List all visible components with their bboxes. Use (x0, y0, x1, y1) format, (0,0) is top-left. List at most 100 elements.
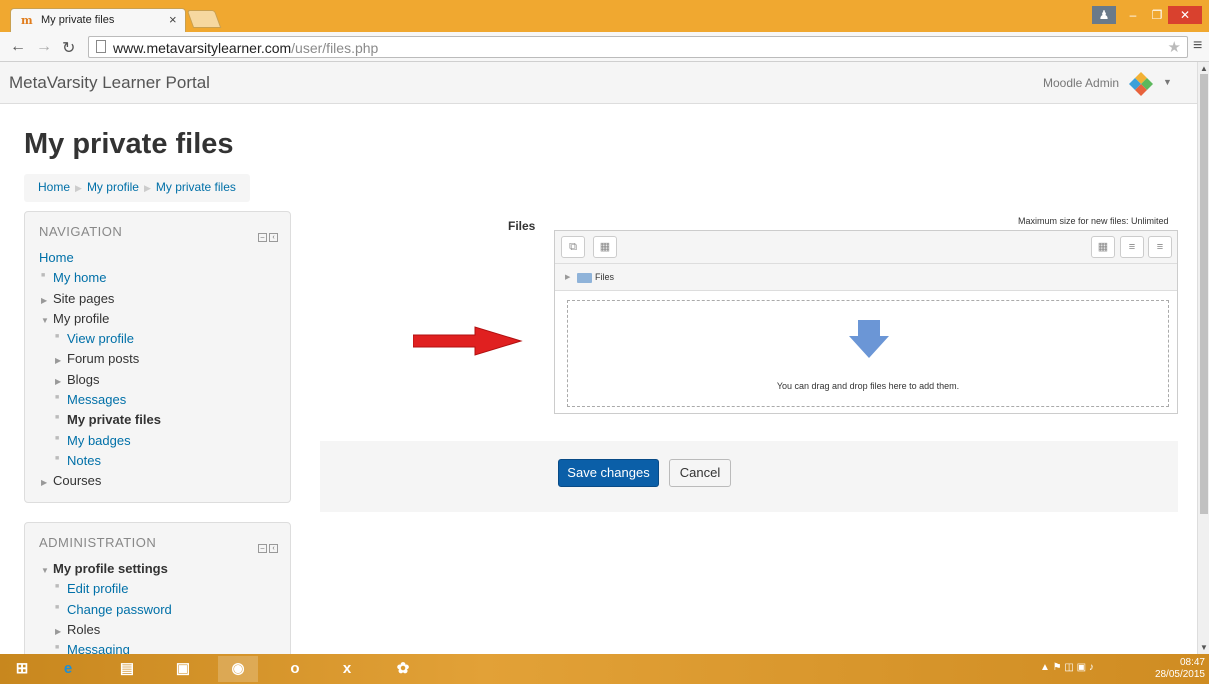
scroll-down-icon[interactable]: ▼ (1200, 643, 1208, 652)
file-manager-toolbar: ⧉ ▦ ▦ ≡ ≡ (555, 231, 1177, 264)
hide-block-icon[interactable]: – (258, 233, 267, 242)
tree-item-label[interactable]: View profile (67, 331, 134, 346)
breadcrumb-my-private-files[interactable]: My private files (156, 180, 236, 194)
expand-arrow-icon: ▶ (55, 626, 62, 636)
minimize-button[interactable]: – (1122, 6, 1144, 24)
tree-item[interactable]: ■ My private files (39, 410, 161, 430)
tree-item[interactable]: ▶ Roles (39, 620, 172, 640)
tree-item[interactable]: ▼ My profile (39, 309, 161, 329)
tree-item-label[interactable]: Edit profile (67, 581, 128, 596)
breadcrumb-home[interactable]: Home (38, 180, 70, 194)
tree-item[interactable]: ■ Change password (39, 600, 172, 620)
red-annotation-arrow-icon (413, 326, 523, 356)
expand-arrow-icon[interactable]: ▶ (565, 273, 570, 281)
tree-item[interactable]: ■ Messages (39, 390, 161, 410)
drop-arrow-icon (849, 320, 889, 358)
taskbar-clock[interactable]: 08:47 28/05/2015 (1150, 657, 1205, 681)
create-folder-icon[interactable]: ▦ (593, 236, 617, 258)
bookmark-star-icon[interactable]: ★ (1168, 38, 1181, 56)
tree-item[interactable]: ▶ Courses (39, 471, 161, 491)
tree-item-label[interactable]: My private files (67, 412, 161, 427)
close-window-button[interactable]: ✕ (1168, 6, 1202, 24)
browser-tab[interactable]: m My private files × (10, 8, 186, 32)
tree-item-label[interactable]: My home (53, 270, 106, 285)
file-manager: ⧉ ▦ ▦ ≡ ≡ ▶ Files You can drag and drop … (554, 230, 1178, 414)
tree-item-label[interactable]: Notes (67, 453, 101, 468)
tree-item[interactable]: ■ Edit profile (39, 579, 172, 599)
tree-item-label[interactable]: Roles (67, 622, 100, 637)
file-drop-zone[interactable]: You can drag and drop files here to add … (567, 300, 1169, 407)
windows-start-icon[interactable]: ⊞ (2, 656, 42, 682)
url-path: /user/files.php (291, 40, 379, 56)
cancel-button[interactable]: Cancel (669, 459, 731, 487)
expand-arrow-icon: ▶ (55, 376, 62, 386)
tree-item-label[interactable]: My profile settings (53, 561, 168, 576)
administration-block-title: ADMINISTRATION (39, 535, 157, 550)
tree-item[interactable]: ■ View profile (39, 329, 161, 349)
tree-item[interactable]: Home (39, 248, 161, 268)
user-profile-icon[interactable]: ♟ (1092, 6, 1116, 24)
tree-item[interactable]: ▶ Site pages (39, 289, 161, 309)
internet-explorer-icon[interactable]: e (48, 656, 88, 682)
tree-item[interactable]: ▼ My profile settings (39, 559, 172, 579)
maximize-button[interactable]: ❐ (1146, 6, 1168, 24)
browser-menu-icon[interactable]: ≡ (1193, 37, 1202, 55)
tab-close-icon[interactable]: × (169, 12, 177, 27)
dock-block-icon[interactable]: ‹ (269, 233, 278, 242)
tree-item[interactable]: ■ Notes (39, 451, 161, 471)
tree-item-label[interactable]: Change password (67, 602, 172, 617)
tree-item-label[interactable]: Site pages (53, 291, 114, 306)
back-icon[interactable]: ← (10, 38, 26, 56)
user-avatar-icon[interactable] (1128, 70, 1154, 96)
scrollbar-thumb[interactable] (1200, 74, 1208, 514)
clock-time: 08:47 (1179, 657, 1205, 668)
user-menu-name[interactable]: Moodle Admin (1043, 76, 1119, 90)
scroll-up-icon[interactable]: ▲ (1200, 64, 1208, 73)
reload-icon[interactable]: ↻ (62, 38, 75, 58)
system-tray-icons[interactable]: ▲ ⚑ ◫ ▣ ♪ (1040, 662, 1094, 673)
outlook-icon[interactable]: o (275, 656, 315, 682)
tree-item-label[interactable]: Home (39, 250, 74, 265)
moodle-favicon-icon: m (21, 14, 33, 27)
tree-item[interactable]: ▶ Blogs (39, 370, 161, 390)
address-bar[interactable]: www.metavarsitylearner.com/user/files.ph… (88, 36, 1188, 58)
bullet-icon: ■ (55, 454, 60, 462)
paint-icon[interactable]: ✿ (383, 656, 423, 682)
expand-arrow-icon: ▶ (41, 478, 48, 488)
new-tab-button[interactable] (186, 10, 222, 28)
windows-taskbar: ⊞ e ▤ ▣ ◉ o x ✿ ▲ ⚑ ◫ ▣ ♪ 08:47 28/05/20… (0, 654, 1209, 684)
view-tree-icon[interactable]: ≡ (1148, 236, 1172, 258)
tree-item-label[interactable]: My badges (67, 433, 131, 448)
hide-block-icon[interactable]: – (258, 544, 267, 553)
chevron-down-icon[interactable]: ▼ (1163, 77, 1172, 87)
view-list-icon[interactable]: ≡ (1120, 236, 1144, 258)
chrome-icon[interactable]: ◉ (218, 656, 258, 682)
folder-name[interactable]: Files (595, 272, 614, 282)
file-explorer-icon[interactable]: ▤ (107, 656, 147, 682)
tree-item-label[interactable]: My profile (53, 311, 109, 326)
page-title: My private files (24, 128, 234, 160)
breadcrumb-my-profile[interactable]: My profile (87, 180, 139, 194)
navigation-block: NAVIGATION – ‹ Home ■ My home ▶ Site pages ▼ My… (24, 211, 291, 503)
site-name[interactable]: MetaVarsity Learner Portal (9, 73, 210, 93)
save-changes-button[interactable]: Save changes (558, 459, 659, 487)
tree-item[interactable]: ■ My home (39, 268, 161, 288)
tree-item[interactable]: ▶ Forum posts (39, 349, 161, 369)
tree-item-label[interactable]: Messages (67, 392, 126, 407)
page-scrollbar[interactable]: ▲ ▼ (1197, 62, 1209, 654)
tree-item[interactable]: ■ My badges (39, 431, 161, 451)
add-file-icon[interactable]: ⧉ (561, 236, 585, 258)
tree-item-label[interactable]: Forum posts (67, 351, 139, 366)
drop-instructions: You can drag and drop files here to add … (776, 381, 960, 391)
view-icons-icon[interactable]: ▦ (1091, 236, 1115, 258)
excel-icon[interactable]: x (327, 656, 367, 682)
forward-icon[interactable]: → (36, 38, 52, 56)
dock-block-icon[interactable]: ‹ (269, 544, 278, 553)
bullet-icon: ■ (55, 414, 60, 422)
tree-item-label[interactable]: Blogs (67, 372, 100, 387)
url-host: www.metavarsitylearner.com (113, 40, 292, 56)
store-icon[interactable]: ▣ (163, 656, 203, 682)
site-header: MetaVarsity Learner Portal Moodle Admin … (0, 62, 1197, 104)
tree-item-label[interactable]: Courses (53, 473, 101, 488)
url-text: www.metavarsitylearner.com/user/files.ph… (113, 40, 378, 56)
